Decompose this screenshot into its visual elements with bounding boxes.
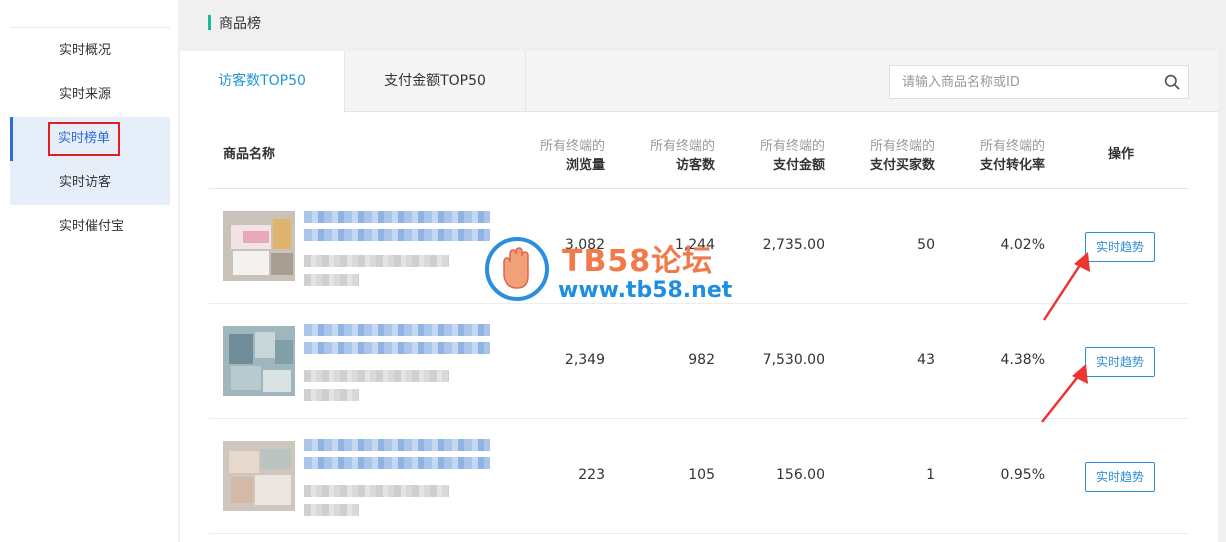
product-meta-blurred [304,255,449,267]
product-title-blurred[interactable] [304,324,490,336]
cell-buyers: 1 [926,467,935,483]
sidebar-item-label: 实时催付宝 [59,219,125,234]
search-icon[interactable] [1164,74,1180,90]
product-meta-blurred [304,389,359,401]
cell-amount: 2,735.00 [762,237,825,253]
cell-amount: 156.00 [776,467,825,483]
hand-logo-icon [485,237,549,301]
annotation-arrow [1042,252,1090,321]
col-views-sub: 所有终端的 [539,139,605,154]
col-buyers-sub: 所有终端的 [869,139,935,154]
product-title-blurred[interactable] [304,342,490,354]
tab-label: 访客数TOP50 [218,73,306,89]
watermark-title: TB58论坛 [562,244,714,279]
product-title-blurred[interactable] [304,211,490,223]
product-meta-blurred [304,504,359,516]
col-name: 商品名称 [223,147,276,162]
col-action: 操作 [1107,147,1134,162]
col-views: 所有终端的 浏览量 [523,137,605,175]
cell-amount: 7,530.00 [762,352,825,368]
col-rate: 所有终端的 支付转化率 [959,137,1045,175]
page-title: 商品榜 [219,16,261,32]
table-row: 223 105 156.00 1 0.95% 实时趋势 [209,419,1189,534]
product-title-blurred[interactable] [304,439,490,451]
cell-rate: 0.95% [1000,467,1045,483]
col-views-main: 浏览量 [565,158,605,173]
sidebar-item-rankings[interactable]: 实时榜单 [10,117,170,161]
active-indicator [10,117,13,161]
product-thumbnail[interactable] [223,211,295,281]
realtime-trend-button[interactable]: 实时趋势 [1085,462,1155,492]
sidebar-item-label: 实时访客 [59,175,112,190]
col-visitors-main: 访客数 [675,158,715,173]
product-meta-blurred [304,274,359,286]
col-visitors-sub: 所有终端的 [649,139,715,154]
sidebar-item-visitors[interactable]: 实时访客 [10,161,170,205]
annotation-arrow [1041,364,1088,423]
watermark-url: www.tb58.net [558,278,733,303]
tab-bar: 访客数TOP50 支付金额TOP50 [180,51,1218,113]
cell-buyers: 50 [917,237,935,253]
cell-rate: 4.02% [1000,237,1045,253]
product-thumbnail[interactable] [223,441,295,511]
sidebar-item-sources[interactable]: 实时来源 [10,73,170,117]
col-buyers: 所有终端的 支付买家数 [849,137,935,175]
product-table: 商品名称 所有终端的 浏览量 所有终端的 访客数 所有终端的 支付金额 所有终端… [209,127,1189,534]
cell-buyers: 43 [917,352,935,368]
title-accent-bar [208,15,211,30]
page-header: 商品榜 [178,0,1218,50]
sidebar-item-payment-reminder[interactable]: 实时催付宝 [10,205,170,249]
sidebar-item-label: 实时来源 [59,87,112,102]
tab-label: 支付金额TOP50 [384,73,486,89]
product-meta-blurred [304,370,449,382]
tab-amount-top50[interactable]: 支付金额TOP50 [345,51,526,112]
sidebar-divider [10,27,170,28]
col-buyers-main: 支付买家数 [869,158,935,173]
cell-rate: 4.38% [1000,352,1045,368]
cell-views: 223 [578,467,605,483]
col-amount: 所有终端的 支付金额 [743,137,825,175]
sidebar: 实时概况 实时来源 实时榜单 实时访客 实时催付宝 [0,0,178,542]
sidebar-item-overview[interactable]: 实时概况 [10,29,170,73]
watermark: TB58论坛 www.tb58.net [484,232,744,306]
col-visitors: 所有终端的 访客数 [633,137,715,175]
product-thumbnail[interactable] [223,326,295,396]
tab-visitors-top50[interactable]: 访客数TOP50 [180,51,345,113]
sidebar-item-label: 实时概况 [59,43,112,58]
cell-visitors: 982 [688,352,715,368]
sidebar-item-label: 实时榜单 [48,122,121,156]
search-box [889,65,1189,99]
col-rate-main: 支付转化率 [979,158,1045,173]
col-rate-sub: 所有终端的 [979,139,1045,154]
col-amount-sub: 所有终端的 [759,139,825,154]
table-header: 商品名称 所有终端的 浏览量 所有终端的 访客数 所有终端的 支付金额 所有终端… [209,127,1189,189]
cell-visitors: 105 [688,467,715,483]
cell-views: 2,349 [564,352,605,368]
product-title-blurred[interactable] [304,229,490,241]
product-meta-blurred [304,485,449,497]
search-input[interactable] [890,66,1150,98]
product-title-blurred[interactable] [304,457,490,469]
col-amount-main: 支付金额 [772,158,825,173]
